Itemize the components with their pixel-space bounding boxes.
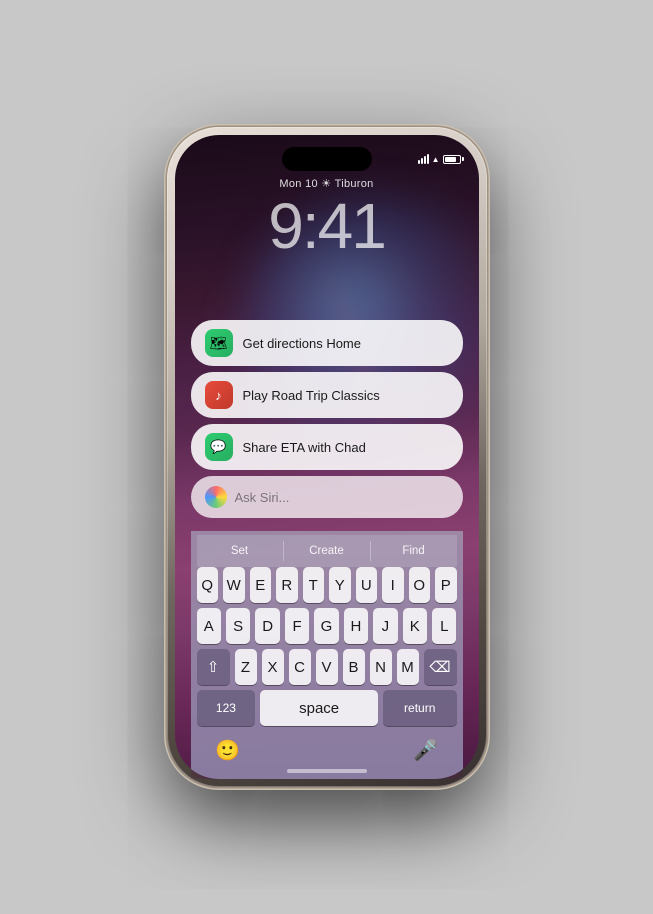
key-q[interactable]: Q	[197, 567, 219, 603]
maps-app-icon: 🗺	[205, 329, 233, 357]
key-r[interactable]: R	[276, 567, 298, 603]
phone-frame: ▲ Mon 10 ☀ Tiburon 9:41 🗺 Get directions…	[167, 127, 487, 787]
keyboard-suggestions: Set Create Find	[197, 535, 457, 567]
eta-suggestion-label: Share ETA with Chad	[243, 440, 366, 455]
key-y[interactable]: Y	[329, 567, 351, 603]
key-u[interactable]: U	[356, 567, 378, 603]
microphone-key[interactable]: 🎤	[411, 735, 441, 765]
status-icons: ▲	[418, 154, 461, 164]
siri-input-row[interactable]: Ask Siri...	[191, 476, 463, 518]
key-g[interactable]: G	[314, 608, 338, 644]
key-c[interactable]: C	[289, 649, 311, 685]
clock-display: 9:41	[175, 194, 479, 258]
key-t[interactable]: T	[303, 567, 325, 603]
signal-icon	[418, 154, 429, 164]
key-n[interactable]: N	[370, 649, 392, 685]
emoji-key[interactable]: 🙂	[213, 735, 243, 765]
lock-info: Mon 10 ☀ Tiburon 9:41	[175, 177, 479, 258]
suggestion-pill-music[interactable]: ♪ Play Road Trip Classics	[191, 372, 463, 418]
suggestion-find[interactable]: Find	[371, 542, 457, 560]
keyboard-row-3: ⇧ Z X C V B N M ⌫	[197, 649, 457, 685]
siri-orb-icon	[205, 486, 227, 508]
key-k[interactable]: K	[403, 608, 427, 644]
key-p[interactable]: P	[435, 567, 457, 603]
keyboard-row-4: 123 space return	[197, 690, 457, 726]
siri-placeholder: Ask Siri...	[235, 490, 290, 505]
date-weather-display: Mon 10 ☀ Tiburon	[175, 177, 479, 190]
key-x[interactable]: X	[262, 649, 284, 685]
messages-app-icon: 💬	[205, 433, 233, 461]
suggestion-set[interactable]: Set	[197, 542, 283, 560]
key-e[interactable]: E	[250, 567, 272, 603]
space-key[interactable]: space	[260, 690, 378, 726]
key-o[interactable]: O	[409, 567, 431, 603]
keyboard-area: Set Create Find Q W E R T Y U I O	[191, 531, 463, 779]
key-a[interactable]: A	[197, 608, 221, 644]
key-l[interactable]: L	[432, 608, 456, 644]
key-f[interactable]: F	[285, 608, 309, 644]
keyboard-bottom-bar: 🙂 🎤	[197, 731, 457, 773]
return-key[interactable]: return	[383, 690, 457, 726]
key-h[interactable]: H	[344, 608, 368, 644]
key-s[interactable]: S	[226, 608, 250, 644]
music-suggestion-label: Play Road Trip Classics	[243, 388, 380, 403]
wifi-icon: ▲	[432, 155, 440, 164]
shift-key[interactable]: ⇧	[197, 649, 230, 685]
key-m[interactable]: M	[397, 649, 419, 685]
keyboard-row-1: Q W E R T Y U I O P	[197, 567, 457, 603]
siri-area: 🗺 Get directions Home ♪ Play Road Trip C…	[191, 320, 463, 779]
key-w[interactable]: W	[223, 567, 245, 603]
keyboard-row-2: A S D F G H J K L	[197, 608, 457, 644]
key-b[interactable]: B	[343, 649, 365, 685]
backspace-key[interactable]: ⌫	[424, 649, 457, 685]
phone-screen: ▲ Mon 10 ☀ Tiburon 9:41 🗺 Get directions…	[175, 135, 479, 779]
directions-suggestion-label: Get directions Home	[243, 336, 362, 351]
key-v[interactable]: V	[316, 649, 338, 685]
home-indicator	[287, 769, 367, 773]
suggestion-pill-directions[interactable]: 🗺 Get directions Home	[191, 320, 463, 366]
suggestion-create[interactable]: Create	[284, 542, 370, 560]
music-app-icon: ♪	[205, 381, 233, 409]
key-z[interactable]: Z	[235, 649, 257, 685]
dynamic-island	[282, 147, 372, 171]
numbers-key[interactable]: 123	[197, 690, 256, 726]
key-j[interactable]: J	[373, 608, 397, 644]
key-d[interactable]: D	[255, 608, 279, 644]
battery-icon	[443, 155, 461, 164]
suggestion-pill-messages[interactable]: 💬 Share ETA with Chad	[191, 424, 463, 470]
key-i[interactable]: I	[382, 567, 404, 603]
